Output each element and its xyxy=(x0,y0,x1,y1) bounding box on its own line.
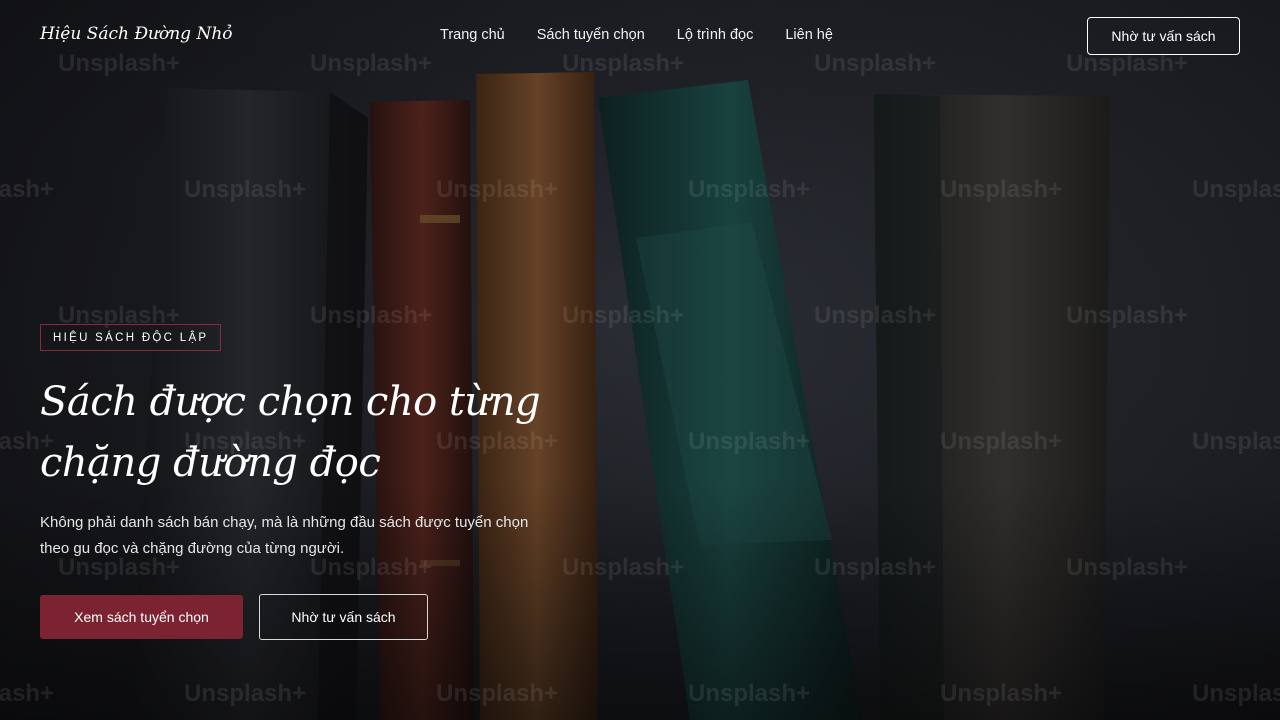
hero-subtitle: Không phải danh sách bán chạy, mà là nhữ… xyxy=(40,510,630,562)
view-curated-books-button[interactable]: Xem sách tuyển chọn xyxy=(40,595,243,639)
hero-title: Sách được chọn cho từng chặng đường đọc xyxy=(40,372,600,494)
eyebrow-badge: HIỆU SÁCH ĐỘC LẬP xyxy=(40,324,222,351)
nav-reading-path[interactable]: Lộ trình đọc xyxy=(677,27,754,43)
hero-title-line-1: Sách được chọn cho từng xyxy=(40,379,541,425)
brand-logo[interactable]: Hiệu Sách Đường Nhỏ xyxy=(40,24,233,44)
hero-subtitle-line-1: Không phải danh sách bán chạy, mà là nhữ… xyxy=(40,514,529,531)
header-consult-button[interactable]: Nhờ tư vấn sách xyxy=(1087,17,1240,55)
hero-subtitle-line-2: theo gu đọc và chặng đường của từng ngườ… xyxy=(40,540,345,557)
main-nav: Trang chủ Sách tuyển chọn Lộ trình đọc L… xyxy=(440,27,833,43)
nav-curated-books[interactable]: Sách tuyển chọn xyxy=(537,27,645,43)
nav-contact[interactable]: Liên hệ xyxy=(785,27,833,43)
hero-title-line-2: chặng đường đọc xyxy=(40,440,381,486)
consult-button[interactable]: Nhờ tư vấn sách xyxy=(259,594,428,640)
site-header: Hiệu Sách Đường Nhỏ Trang chủ Sách tuyển… xyxy=(0,0,1280,72)
nav-home[interactable]: Trang chủ xyxy=(440,27,505,43)
